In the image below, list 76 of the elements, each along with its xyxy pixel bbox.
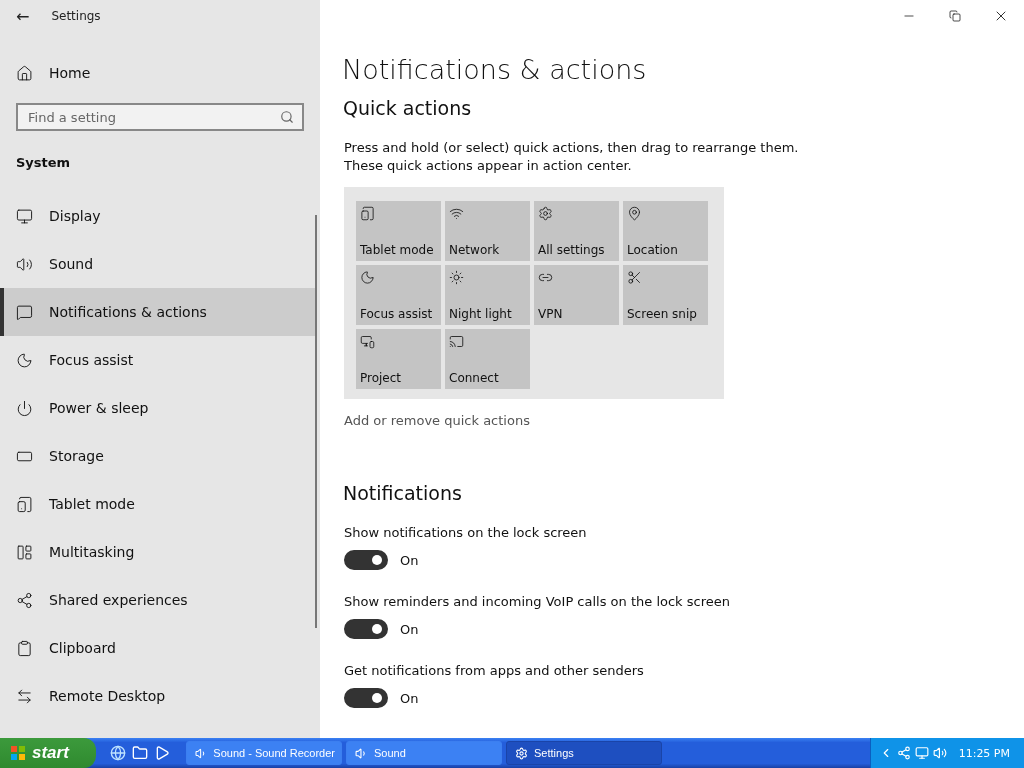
network-icon[interactable] bbox=[896, 746, 911, 760]
nav-item[interactable]: Sound bbox=[0, 240, 316, 288]
speaker-icon bbox=[16, 255, 33, 273]
window-title: Settings bbox=[51, 9, 101, 23]
back-button[interactable]: ← bbox=[16, 6, 30, 26]
search-field[interactable]: Find a setting bbox=[16, 103, 304, 131]
toggle-state: On bbox=[400, 552, 419, 568]
gear-icon bbox=[538, 206, 553, 221]
nav-item[interactable]: Storage bbox=[0, 432, 316, 480]
clipboard-icon bbox=[16, 639, 33, 657]
page-title: Notifications & actions bbox=[342, 54, 648, 85]
search-icon bbox=[280, 110, 294, 124]
quick-action-tile[interactable]: All settings bbox=[534, 201, 619, 261]
window-layout-icon bbox=[16, 543, 33, 561]
description-text: Press and hold (or select) quick actions, then drag to rearrange them. bbox=[344, 139, 800, 157]
nav-item[interactable]: Notifications & actions bbox=[0, 288, 316, 336]
sun-icon bbox=[449, 270, 464, 285]
quick-action-tile[interactable]: Tablet mode bbox=[356, 201, 441, 261]
windows-flag-icon bbox=[10, 745, 26, 761]
pin-icon bbox=[627, 206, 642, 221]
taskbar-button[interactable]: Settings bbox=[506, 741, 662, 765]
play-icon[interactable] bbox=[154, 745, 170, 761]
add-remove-link[interactable]: Add or remove quick actions bbox=[344, 413, 1024, 428]
setting-label: Get notifications from apps and other senders bbox=[344, 663, 645, 678]
quick-action-tile[interactable]: VPN bbox=[534, 265, 619, 325]
nav-item[interactable]: Shared experiences bbox=[0, 576, 316, 624]
nav-item[interactable]: Display bbox=[0, 192, 316, 240]
start-button[interactable]: start bbox=[0, 738, 96, 768]
nav-item[interactable]: Remote Desktop bbox=[0, 672, 316, 720]
nav-item[interactable]: Tablet mode bbox=[0, 480, 316, 528]
taskbar-button[interactable]: Sound - Sound Recorder bbox=[186, 741, 342, 765]
gear-icon bbox=[515, 746, 528, 760]
monitor-icon bbox=[16, 207, 33, 225]
home-icon bbox=[16, 64, 33, 82]
quick-action-tile[interactable]: Location bbox=[623, 201, 708, 261]
nav-item[interactable]: Multitasking bbox=[0, 528, 316, 576]
toggle-switch[interactable] bbox=[344, 619, 388, 639]
setting-label: Show reminders and incoming VoIP calls on the lock screen bbox=[344, 594, 731, 609]
speech-bubble-icon bbox=[16, 303, 33, 321]
speaker-icon[interactable] bbox=[932, 746, 947, 760]
nav-item[interactable]: Focus assist bbox=[0, 336, 316, 384]
folder-icon[interactable] bbox=[132, 745, 148, 761]
restore-icon bbox=[949, 10, 961, 22]
description-text: These quick actions appear in action center. bbox=[344, 157, 633, 175]
section-heading: System bbox=[16, 155, 72, 170]
tablet-icon bbox=[360, 206, 375, 221]
quick-action-tile[interactable]: Project bbox=[356, 329, 441, 389]
home-link[interactable]: Home bbox=[0, 49, 320, 97]
clock: 11:25 PM bbox=[958, 746, 1010, 760]
cast-icon bbox=[449, 334, 464, 349]
toggle-switch[interactable] bbox=[344, 550, 388, 570]
toggle-switch[interactable] bbox=[344, 688, 388, 708]
moon-icon bbox=[360, 270, 375, 285]
quick-action-tile[interactable]: Network bbox=[445, 201, 530, 261]
quick-action-tile[interactable]: Screen snip bbox=[623, 265, 708, 325]
taskbar-button[interactable]: Sound bbox=[346, 741, 502, 765]
scissors-icon bbox=[627, 270, 642, 285]
browser-icon[interactable] bbox=[110, 745, 126, 761]
section-heading: Quick actions bbox=[343, 97, 473, 119]
nav-item[interactable]: Clipboard bbox=[0, 624, 316, 672]
tablet-icon bbox=[16, 495, 33, 513]
moon-icon bbox=[16, 351, 33, 369]
setting-label: Show notifications on the lock screen bbox=[344, 525, 588, 540]
arrows-icon bbox=[16, 687, 33, 705]
share-icon bbox=[16, 591, 33, 609]
speaker-icon bbox=[355, 746, 368, 760]
toggle-state: On bbox=[400, 690, 419, 706]
quick-action-tile[interactable]: Connect bbox=[445, 329, 530, 389]
nav-item[interactable]: Power & sleep bbox=[0, 384, 316, 432]
power-icon bbox=[16, 399, 33, 417]
section-heading: Notifications bbox=[343, 482, 463, 504]
toggle-state: On bbox=[400, 621, 419, 637]
quick-action-tile[interactable]: Night light bbox=[445, 265, 530, 325]
monitor-icon[interactable] bbox=[914, 746, 929, 760]
quick-action-tile[interactable]: Focus assist bbox=[356, 265, 441, 325]
screens-icon bbox=[360, 334, 375, 349]
